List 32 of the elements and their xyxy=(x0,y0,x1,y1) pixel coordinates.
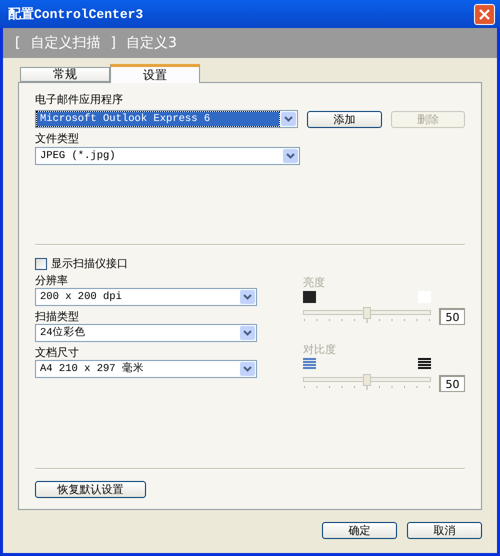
tab[interactable]: 常规 xyxy=(20,67,110,82)
field-label: 文件类型 xyxy=(35,132,80,146)
dark-square-icon xyxy=(303,291,316,303)
field-label: 分辨率 xyxy=(35,274,69,288)
slider-label: 亮度 xyxy=(303,276,326,290)
close-icon xyxy=(479,8,490,20)
field-label: 扫描类型 xyxy=(35,310,80,324)
high-contrast-icon xyxy=(418,358,431,370)
checkbox-label: 显示扫描仪接口 xyxy=(51,257,128,271)
field-label: 文档尺寸 xyxy=(35,346,80,360)
value-field: 50 xyxy=(439,375,465,392)
reset-defaults-button[interactable]: 恢复默认设置 xyxy=(35,481,146,498)
value-field: 50 xyxy=(439,308,465,325)
checkbox[interactable] xyxy=(35,258,47,270)
tab[interactable]: 设置 xyxy=(110,64,200,83)
header-bracket: [ xyxy=(15,35,20,51)
close-button[interactable] xyxy=(474,4,495,24)
field-label: 电子邮件应用程序 xyxy=(35,93,124,107)
low-contrast-icon xyxy=(303,358,316,370)
setting-dropdown[interactable]: 24位彩色 xyxy=(35,324,257,342)
header-section: 自定义扫描 xyxy=(30,34,100,52)
email-app-dropdown[interactable]: Microsoft Outlook Express 6 xyxy=(35,110,298,128)
dialog-button[interactable]: 确定 xyxy=(322,522,397,539)
file-type-dropdown[interactable]: JPEG (*.jpg) xyxy=(35,147,300,165)
setting-dropdown[interactable]: A4 210 x 297 毫米 xyxy=(35,360,257,378)
slider-label: 对比度 xyxy=(303,343,337,357)
setting-dropdown[interactable]: 200 x 200 dpi xyxy=(35,288,257,306)
dialog-button[interactable]: 取消 xyxy=(407,522,482,539)
window-title: 配置ControlCenter3 xyxy=(8,6,144,23)
email-app-button[interactable]: 添加 xyxy=(307,110,382,128)
header-bracket: ] xyxy=(110,35,116,51)
header-name: 自定义3 xyxy=(126,34,177,52)
